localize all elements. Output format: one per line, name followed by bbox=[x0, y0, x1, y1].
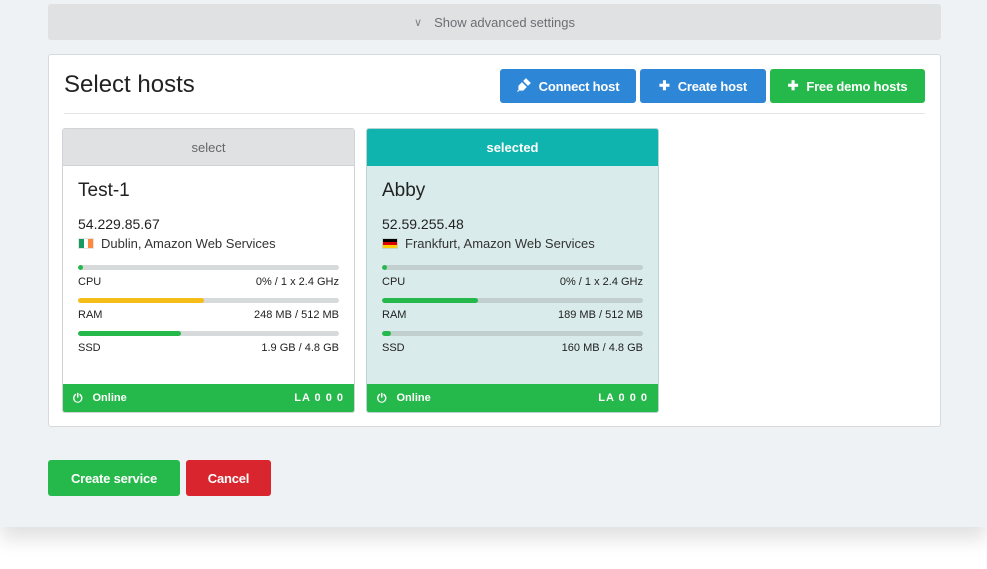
metric-label: CPU bbox=[382, 276, 406, 288]
status-label: Online bbox=[92, 392, 127, 404]
host-location: Frankfurt, Amazon Web Services bbox=[382, 236, 643, 251]
ssd-usage-bar bbox=[78, 331, 339, 336]
status-label: Online bbox=[396, 392, 431, 404]
connect-host-button[interactable]: Connect host bbox=[500, 69, 636, 103]
cpu-usage-bar bbox=[78, 265, 339, 270]
metric-value: 160 MB / 4.8 GB bbox=[561, 342, 643, 354]
cpu-usage-fill bbox=[78, 265, 83, 270]
host-actions: Connect host ✚ Create host ✚ Free demo h… bbox=[500, 69, 925, 103]
location-label: Frankfurt, Amazon Web Services bbox=[405, 236, 595, 251]
create-host-button[interactable]: ✚ Create host bbox=[640, 69, 766, 103]
germany-flag-icon bbox=[382, 238, 398, 249]
cpu-usage-bar bbox=[382, 265, 643, 270]
ram-usage-fill bbox=[382, 298, 479, 303]
form-actions: Create service Cancel bbox=[48, 460, 271, 496]
ram-usage-bar bbox=[382, 298, 643, 303]
metric-value: 0% / 1 x 2.4 GHz bbox=[559, 276, 643, 288]
metric-value: 0% / 1 x 2.4 GHz bbox=[255, 276, 339, 288]
metric-ram: RAM 189 MB / 512 MB bbox=[382, 298, 643, 321]
ssd-usage-bar bbox=[382, 331, 643, 336]
cpu-usage-fill bbox=[382, 265, 387, 270]
host-card-test-1[interactable]: select Test-1 54.229.85.67 Dublin, Amazo… bbox=[62, 128, 355, 413]
ireland-flag-icon bbox=[78, 238, 94, 249]
host-ip: 52.59.255.48 bbox=[382, 216, 464, 232]
show-advanced-settings-toggle[interactable]: ∨ Show advanced settings bbox=[48, 4, 941, 40]
metric-ssd: SSD 1.9 GB / 4.8 GB bbox=[78, 331, 339, 354]
metric-label: RAM bbox=[78, 309, 103, 321]
free-demo-hosts-button[interactable]: ✚ Free demo hosts bbox=[770, 69, 925, 103]
host-card-abby[interactable]: selected Abby 52.59.255.48 Frankfurt, Am… bbox=[366, 128, 659, 413]
double-chevron-down-icon: ∨ bbox=[414, 16, 423, 29]
metric-value: 189 MB / 512 MB bbox=[558, 309, 643, 321]
metric-ssd: SSD 160 MB / 4.8 GB bbox=[382, 331, 643, 354]
metric-label: SSD bbox=[78, 342, 101, 354]
metric-cpu: CPU 0% / 1 x 2.4 GHz bbox=[382, 265, 643, 288]
plus-icon: ✚ bbox=[658, 78, 670, 93]
header-divider bbox=[64, 113, 925, 114]
metric-value: 248 MB / 512 MB bbox=[254, 309, 339, 321]
host-name: Test-1 bbox=[78, 180, 130, 201]
ram-usage-fill bbox=[78, 298, 205, 303]
ssd-usage-fill bbox=[382, 331, 391, 336]
create-service-button[interactable]: Create service bbox=[48, 460, 180, 496]
host-location: Dublin, Amazon Web Services bbox=[78, 236, 339, 251]
plug-icon bbox=[516, 77, 531, 95]
host-status-bar: ⏻ Online LA 0 0 0 bbox=[367, 384, 658, 412]
host-selected-button[interactable]: selected bbox=[367, 129, 658, 166]
host-select-button[interactable]: select bbox=[63, 129, 354, 166]
metric-ram: RAM 248 MB / 512 MB bbox=[78, 298, 339, 321]
metric-value: 1.9 GB / 4.8 GB bbox=[261, 342, 339, 354]
metric-cpu: CPU 0% / 1 x 2.4 GHz bbox=[78, 265, 339, 288]
select-hosts-panel: Select hosts Connect host ✚ Create host … bbox=[48, 54, 941, 427]
plus-icon: ✚ bbox=[787, 78, 799, 93]
metric-label: RAM bbox=[382, 309, 407, 321]
host-name: Abby bbox=[382, 180, 426, 201]
create-host-label: Create host bbox=[677, 78, 748, 94]
panel-title: Select hosts bbox=[64, 71, 195, 98]
ssd-usage-fill bbox=[78, 331, 182, 336]
connect-host-label: Connect host bbox=[538, 78, 620, 94]
location-label: Dublin, Amazon Web Services bbox=[101, 236, 276, 251]
load-average: LA 0 0 0 bbox=[294, 392, 344, 404]
load-average: LA 0 0 0 bbox=[598, 392, 648, 404]
ram-usage-bar bbox=[78, 298, 339, 303]
cancel-button[interactable]: Cancel bbox=[186, 460, 271, 496]
power-icon: ⏻ bbox=[377, 390, 387, 405]
advanced-settings-label: Show advanced settings bbox=[434, 14, 575, 30]
host-status-bar: ⏻ Online LA 0 0 0 bbox=[63, 384, 354, 412]
host-ip: 54.229.85.67 bbox=[78, 216, 160, 232]
power-icon: ⏻ bbox=[73, 390, 83, 405]
metric-label: SSD bbox=[382, 342, 405, 354]
metric-label: CPU bbox=[78, 276, 102, 288]
free-demo-hosts-label: Free demo hosts bbox=[806, 78, 908, 94]
